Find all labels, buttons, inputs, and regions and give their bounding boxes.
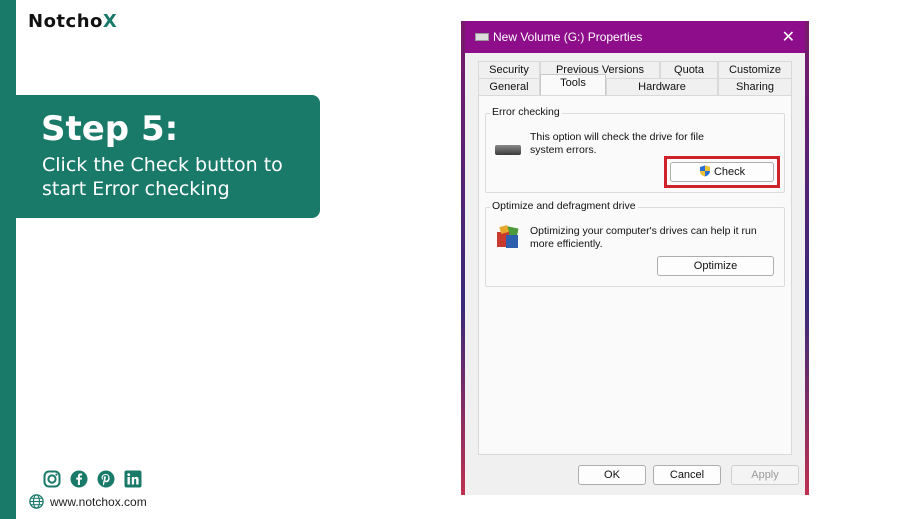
- facebook-icon[interactable]: [70, 470, 88, 488]
- hard-drive-icon: [495, 145, 521, 155]
- logo-accent: X: [102, 11, 118, 32]
- tab-strip: Security Previous Versions Quota Customi…: [478, 61, 792, 95]
- cancel-button[interactable]: Cancel: [653, 465, 721, 485]
- desktop-background-right: [805, 21, 809, 495]
- dialog-titlebar[interactable]: New Volume (G:) Properties ✕: [465, 21, 805, 53]
- check-button[interactable]: Check: [670, 162, 774, 182]
- dialog-title: New Volume (G:) Properties: [493, 30, 643, 44]
- pinterest-icon[interactable]: [97, 470, 115, 488]
- ok-button[interactable]: OK: [578, 465, 646, 485]
- optimize-button[interactable]: Optimize: [657, 256, 774, 276]
- tab-customize[interactable]: Customize: [718, 61, 792, 78]
- uac-shield-icon: [699, 165, 710, 177]
- optimize-description: Optimizing your computer's drives can he…: [530, 225, 757, 250]
- notchox-logo: NotchoX: [28, 11, 117, 32]
- tab-quota[interactable]: Quota: [660, 61, 718, 78]
- dialog-footer: OK Cancel Apply: [465, 465, 805, 489]
- tab-general[interactable]: General: [478, 78, 540, 95]
- optimize-group: Optimize and defragment drive Optimizing…: [485, 200, 785, 287]
- logo-text: Notcho: [28, 11, 103, 32]
- defragment-icon: [497, 225, 519, 248]
- error-checking-label: Error checking: [490, 106, 562, 118]
- tutorial-slide: NotchoX Step 5: Click the Check button t…: [0, 0, 922, 519]
- linkedin-icon[interactable]: [124, 470, 142, 488]
- tab-sharing[interactable]: Sharing: [718, 78, 792, 95]
- instagram-icon[interactable]: [43, 470, 61, 488]
- error-checking-description: This option will check the drive for fil…: [530, 131, 704, 156]
- optimize-label: Optimize and defragment drive: [490, 200, 638, 212]
- tab-security[interactable]: Security: [478, 61, 540, 78]
- error-checking-group: Error checking This option will check th…: [485, 106, 785, 193]
- tools-panel: Error checking This option will check th…: [478, 95, 792, 455]
- website-link[interactable]: www.notchox.com: [29, 494, 147, 509]
- drive-title-icon: [475, 33, 489, 41]
- tab-hardware[interactable]: Hardware: [606, 78, 718, 95]
- properties-dialog: New Volume (G:) Properties ✕ Security Pr…: [465, 21, 805, 495]
- website-url[interactable]: www.notchox.com: [50, 495, 147, 509]
- step-card: Step 5: Click the Check button to start …: [16, 95, 320, 218]
- close-icon[interactable]: ✕: [782, 27, 795, 47]
- globe-icon: [29, 494, 44, 509]
- left-accent-bar: [0, 0, 16, 519]
- dialog-screenshot: New Volume (G:) Properties ✕ Security Pr…: [461, 21, 809, 495]
- social-links: [43, 470, 142, 488]
- step-title: Step 5:: [41, 109, 179, 149]
- check-button-label: Check: [713, 166, 746, 178]
- step-instruction: Click the Check button to start Error ch…: [42, 154, 283, 200]
- tab-tools[interactable]: Tools: [540, 74, 606, 95]
- apply-button[interactable]: Apply: [731, 465, 799, 485]
